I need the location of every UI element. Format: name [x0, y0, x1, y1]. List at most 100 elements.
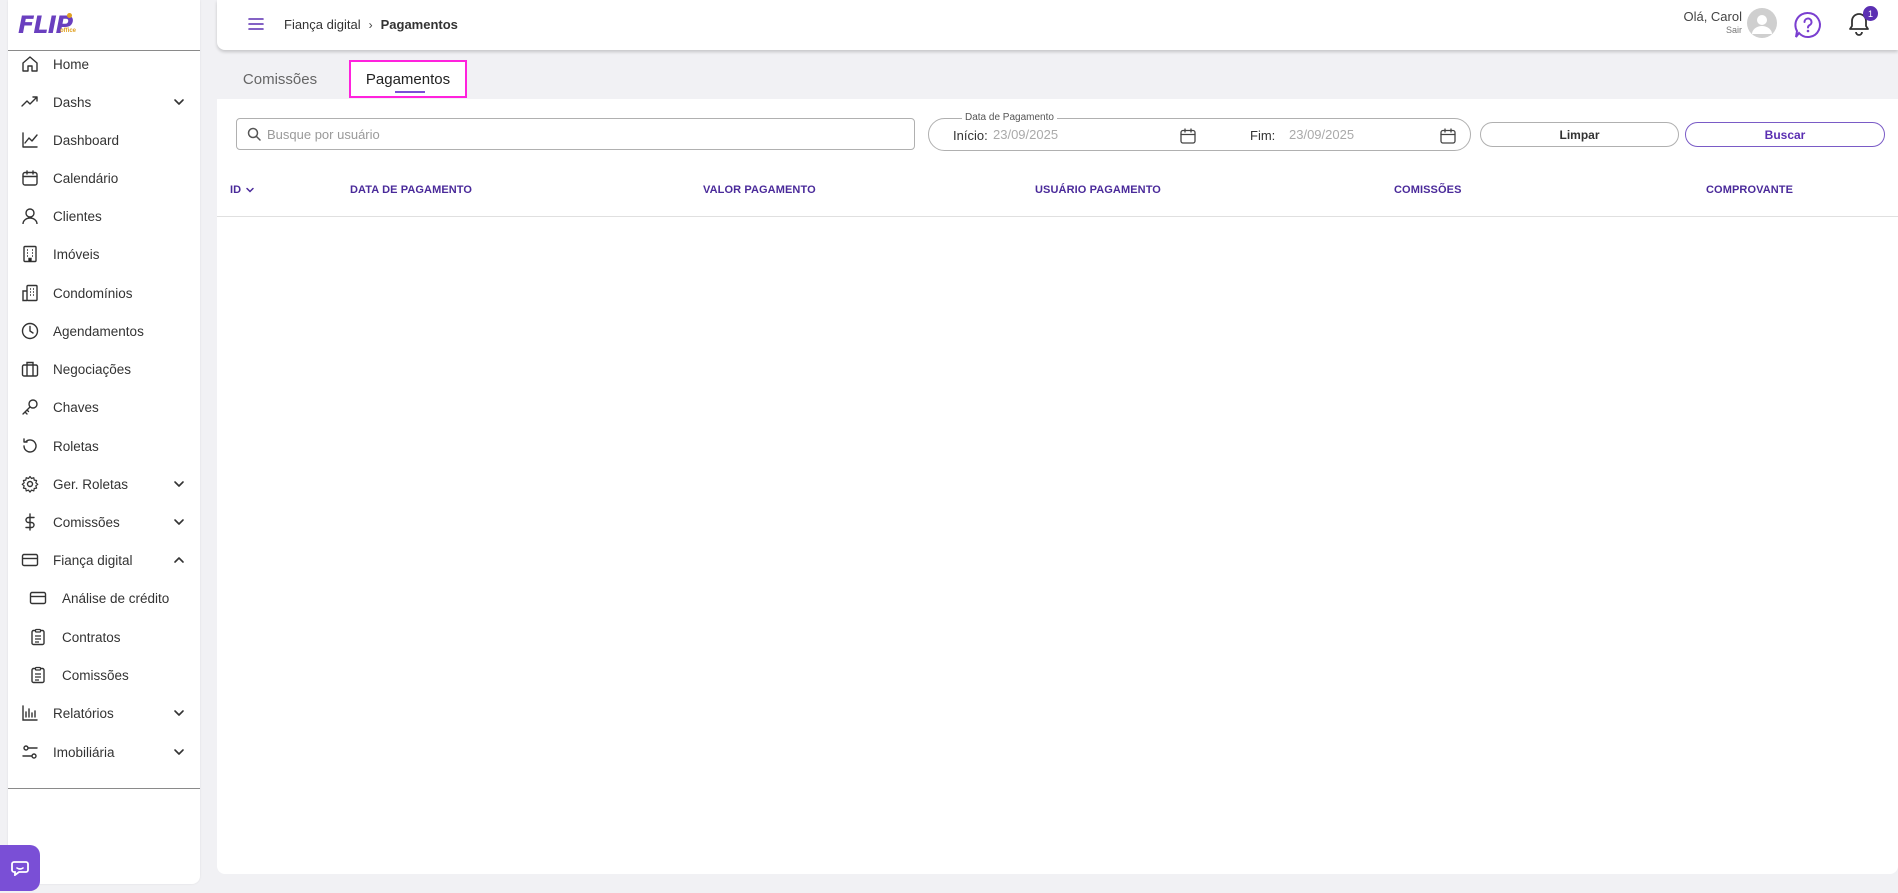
sidebar-item-agendamentos[interactable]: Agendamentos: [8, 316, 200, 346]
breadcrumb: Fiança digital › Pagamentos: [284, 17, 458, 32]
sidebar-item-label: Comissões: [62, 667, 129, 683]
clipboard-icon: [29, 666, 47, 684]
logo-sub: office: [60, 28, 77, 34]
sidebar-item-clientes[interactable]: Clientes: [8, 201, 200, 231]
sidebar-item-label: Análise de crédito: [62, 590, 170, 606]
sidebar-item-dashboard[interactable]: Dashboard: [8, 125, 200, 155]
clear-button[interactable]: Limpar: [1480, 122, 1679, 147]
date-range-field: Data de Pagamento Início: 23/09/2025 Fim…: [928, 112, 1471, 151]
notification-badge: 1: [1863, 6, 1878, 21]
sidebar-item-comissoes-sub[interactable]: Comissões: [8, 660, 200, 690]
building-icon: [21, 245, 39, 263]
search-input[interactable]: [237, 119, 914, 149]
sidebar-item-roletas[interactable]: Roletas: [8, 431, 200, 461]
sidebar-item-label: Dashboard: [53, 132, 120, 148]
avatar[interactable]: [1747, 8, 1777, 38]
dollar-icon: [21, 513, 39, 531]
chevron-up-icon: [172, 553, 186, 567]
start-date-input[interactable]: 23/09/2025: [993, 127, 1058, 142]
breadcrumb-separator-icon: ›: [368, 17, 373, 32]
tab-pagamentos-label: Pagamentos: [365, 70, 451, 88]
start-calendar-icon[interactable]: [1179, 127, 1197, 145]
sidebar-item-negociacoes[interactable]: Negociações: [8, 354, 200, 384]
sidebar-item-label: Comissões: [53, 514, 120, 530]
sidebar-item-analise-de-credito-sub[interactable]: Análise de crédito: [8, 583, 200, 613]
sidebar-item-ger-roletas[interactable]: Ger. Roletas: [8, 469, 200, 499]
sidebar-item-home[interactable]: Home: [8, 49, 200, 79]
sidebar-divider: [8, 788, 200, 789]
sidebar-item-calendario[interactable]: Calendário: [8, 163, 200, 193]
tab-pagamentos[interactable]: Pagamentos: [349, 60, 467, 98]
sidebar: FLIP office Home Dashs Dashboard Calendário…: [8, 0, 200, 884]
sidebar-item-contratos-sub[interactable]: Contratos: [8, 622, 200, 652]
breadcrumb-item-current: Pagamentos: [380, 17, 458, 32]
sidebar-item-label: Chaves: [53, 399, 99, 415]
chevron-down-icon: [172, 477, 186, 491]
sidebar-item-relatorios[interactable]: Relatórios: [8, 698, 200, 728]
chevron-down-icon: [172, 515, 186, 529]
bar-chart-icon: [21, 704, 39, 722]
sidebar-item-label: Home: [53, 56, 90, 72]
sidebar-item-label: Clientes: [53, 208, 102, 224]
sidebar-item-label: Fiança digital: [53, 552, 133, 568]
sidebar-item-comissoes[interactable]: Comissões: [8, 507, 200, 537]
active-tab-indicator: [395, 91, 425, 93]
date-range-legend: Data de Pagamento: [962, 112, 1057, 123]
briefcase-icon: [21, 360, 39, 378]
column-header-data-pagamento[interactable]: DATA DE PAGAMENTO: [350, 184, 472, 196]
logout-link[interactable]: Sair: [1683, 25, 1742, 35]
sidebar-item-label: Negociações: [53, 361, 132, 377]
clipboard-icon: [29, 628, 47, 646]
sidebar-item-chaves[interactable]: Chaves: [8, 392, 200, 422]
sidebar-item-label: Relatórios: [53, 705, 114, 721]
sidebar-item-dashs[interactable]: Dashs: [8, 87, 200, 117]
sidebar-item-label: Contratos: [62, 629, 121, 645]
chevron-down-icon: [172, 706, 186, 720]
logo-text: FLIP: [18, 11, 73, 39]
buildings-icon: [21, 284, 39, 302]
search-button[interactable]: Buscar: [1685, 122, 1885, 147]
clock-icon: [21, 322, 39, 340]
logo-dot: [67, 13, 72, 18]
column-header-comprovante[interactable]: COMPROVANTE: [1706, 184, 1793, 196]
breadcrumb-item-fianca[interactable]: Fiança digital: [284, 17, 361, 32]
key-icon: [21, 398, 39, 416]
main-panel: Data de Pagamento Início: 23/09/2025 Fim…: [217, 99, 1898, 874]
user-avatar-icon: [1752, 15, 1772, 34]
sidebar-item-label: Calendário: [53, 170, 119, 186]
sidebar-item-label: Dashs: [53, 94, 92, 110]
sidebar-item-label: Imóveis: [53, 246, 100, 262]
line-chart-icon: [21, 131, 39, 149]
column-header-valor-pagamento[interactable]: VALOR PAGAMENTO: [703, 184, 816, 196]
hamburger-menu-icon[interactable]: [247, 15, 265, 33]
sidebar-item-label: Imobiliária: [53, 744, 115, 760]
sliders-icon: [21, 743, 39, 761]
column-header-comissoes[interactable]: COMISSÕES: [1394, 184, 1462, 196]
sidebar-item-label: Condomínios: [53, 285, 133, 301]
tab-comissoes[interactable]: Comissões: [217, 60, 343, 98]
column-header-usuario-pagamento[interactable]: USUÁRIO PAGAMENTO: [1035, 184, 1161, 196]
user-greeting: Olá, Carol Sair: [1683, 9, 1742, 35]
sidebar-item-condominios[interactable]: Condomínios: [8, 278, 200, 308]
gear-icon: [21, 475, 39, 493]
calendar-icon: [21, 169, 39, 187]
sidebar-item-label: Agendamentos: [53, 323, 144, 339]
help-icon[interactable]: [1793, 10, 1823, 40]
sidebar-item-imobiliaria[interactable]: Imobiliária: [8, 737, 200, 767]
sidebar-item-imoveis[interactable]: Imóveis: [8, 239, 200, 269]
end-date-input[interactable]: 23/09/2025: [1289, 127, 1354, 142]
chat-button[interactable]: [0, 845, 40, 891]
chevron-down-icon: [172, 95, 186, 109]
end-date-label: Fim:: [1250, 128, 1276, 143]
column-header-id[interactable]: ID: [230, 184, 255, 196]
sidebar-item-fianca-digital[interactable]: Fiança digital: [8, 545, 200, 575]
end-calendar-icon[interactable]: [1439, 127, 1457, 145]
search-field: [236, 118, 915, 150]
column-header-id-label: ID: [230, 184, 242, 196]
logo[interactable]: FLIP office: [8, 0, 200, 51]
top-header: Fiança digital › Pagamentos Olá, Carol S…: [217, 0, 1898, 50]
sidebar-item-label: Ger. Roletas: [53, 476, 129, 492]
search-icon: [247, 127, 261, 141]
chat-icon: [11, 861, 29, 876]
sidebar-item-label: Roletas: [53, 438, 99, 454]
